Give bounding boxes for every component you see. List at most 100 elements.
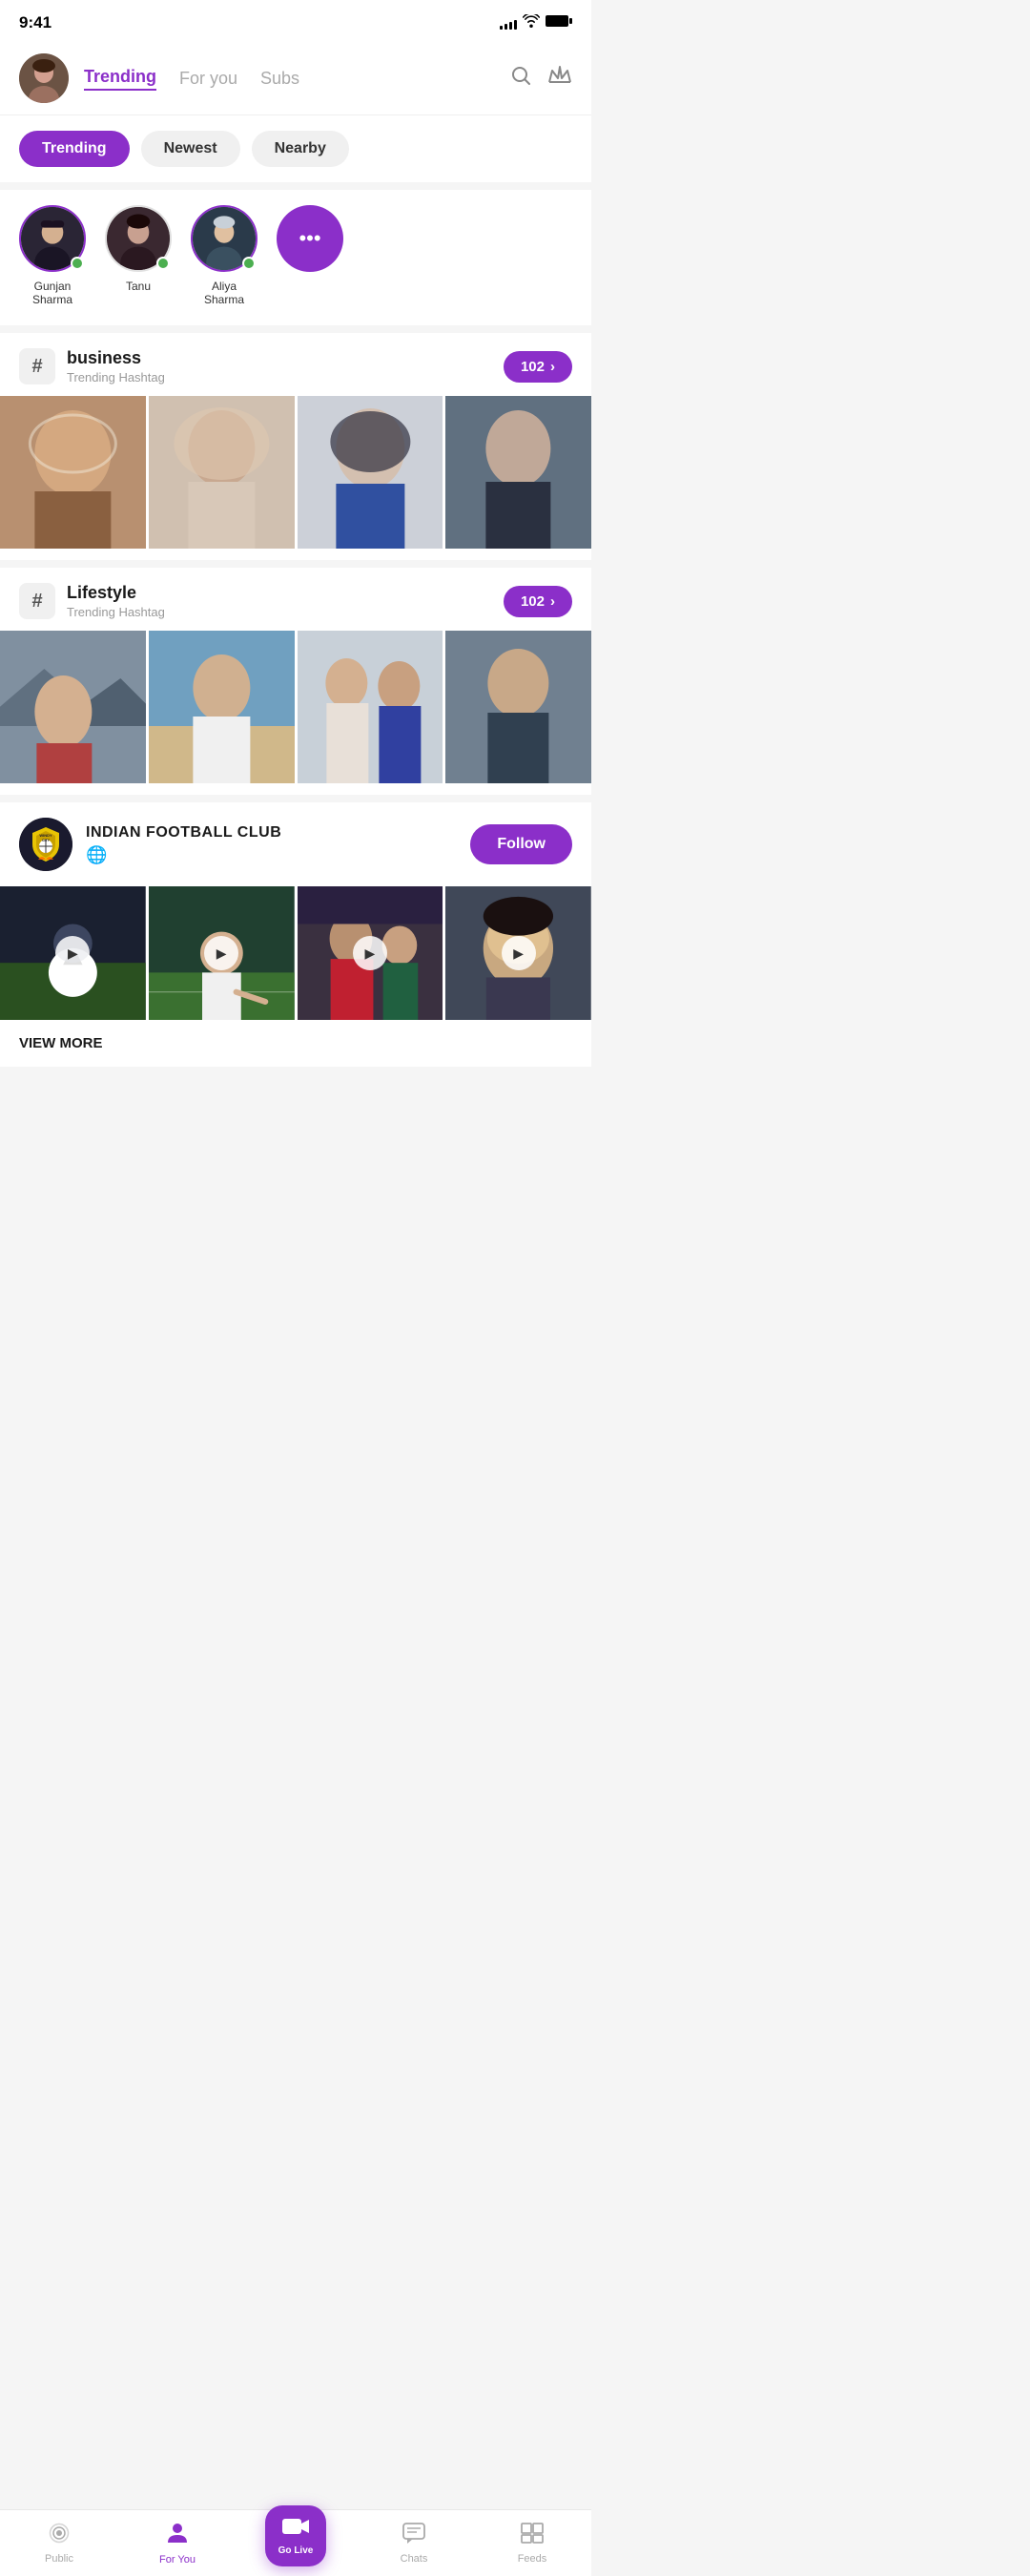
hashtag-info-lifestyle: Lifestyle Trending Hashtag — [67, 583, 165, 619]
status-time: 9:41 — [19, 13, 52, 32]
story-name-aliya: Aliya Sharma — [191, 280, 258, 306]
nav-public[interactable]: Public — [0, 2510, 118, 2576]
hashtag-subtitle: Trending Hashtag — [67, 370, 165, 384]
follow-button[interactable]: Follow — [470, 824, 572, 864]
grid-image-5[interactable] — [149, 631, 295, 783]
grid-image-4[interactable] — [0, 631, 146, 783]
video-thumb-3[interactable]: ▶ — [298, 886, 443, 1020]
play-icon: ▶ — [55, 936, 90, 970]
nav-for-you[interactable]: For You — [118, 2510, 237, 2576]
nav-public-label: Public — [45, 2553, 73, 2565]
story-name-gunjan: Gunjan Sharma — [19, 280, 86, 306]
image-grid-lifestyle — [0, 631, 591, 795]
hashtag-count-btn-lifestyle[interactable]: 102 › — [504, 586, 572, 617]
grid-image[interactable] — [298, 396, 443, 549]
chevron-right-icon-2: › — [550, 593, 555, 610]
crown-icon[interactable] — [547, 65, 572, 92]
hashtag-card-lifestyle: # Lifestyle Trending Hashtag 102 › — [0, 568, 591, 795]
feeds-icon — [521, 2523, 544, 2549]
radio-icon — [47, 2523, 72, 2549]
club-info: INDIAN FOOTBALL CLUB 🌐 — [86, 824, 457, 865]
svg-text:CITY: CITY — [42, 839, 51, 842]
hashtag-left: # business Trending Hashtag — [19, 348, 165, 384]
filter-row: Trending Newest Nearby — [0, 115, 591, 182]
grid-image[interactable] — [0, 396, 146, 549]
hashtag-left-lifestyle: # Lifestyle Trending Hashtag — [19, 583, 165, 619]
wifi-icon — [523, 14, 540, 32]
grid-image[interactable] — [445, 396, 591, 549]
grid-image[interactable] — [149, 396, 295, 549]
hashtag-subtitle-lifestyle: Trending Hashtag — [67, 605, 165, 619]
status-bar: 9:41 — [0, 0, 591, 42]
hashtag-info: business Trending Hashtag — [67, 348, 165, 384]
hashtag-header-lifestyle: # Lifestyle Trending Hashtag 102 › — [0, 568, 591, 631]
tab-subs[interactable]: Subs — [260, 69, 299, 89]
grid-image-6[interactable] — [298, 631, 443, 783]
video-thumb-4[interactable]: ▶ — [445, 886, 591, 1020]
stories-row: Gunjan Sharma Tanu — [0, 190, 591, 325]
spacer — [0, 1074, 591, 1151]
svg-text:WINDY: WINDY — [39, 833, 52, 838]
camera-icon — [282, 2516, 309, 2544]
online-dot-2 — [156, 257, 170, 270]
hashtag-card-business: # business Trending Hashtag 102 › — [0, 333, 591, 560]
play-icon-4: ▶ — [502, 936, 536, 970]
story-avatar-wrap — [19, 205, 86, 272]
story-item[interactable]: Gunjan Sharma — [19, 205, 86, 306]
club-name: INDIAN FOOTBALL CLUB — [86, 824, 457, 841]
tab-trending[interactable]: Trending — [84, 67, 156, 91]
header-actions — [509, 64, 572, 93]
online-dot — [71, 257, 84, 270]
story-more-btn[interactable]: ••• — [277, 205, 343, 272]
view-more-btn[interactable]: VIEW MORE — [0, 1020, 591, 1067]
nav-chats[interactable]: Chats — [355, 2510, 473, 2576]
video-thumb-1[interactable]: ▶ — [0, 886, 146, 1020]
video-thumb-2[interactable]: ▶ — [149, 886, 295, 1020]
club-videos: ▶ ▶ — [0, 886, 591, 1020]
club-header: WINDY CITY INDIAN FOOTBALL CLUB 🌐 Follow — [0, 802, 591, 886]
hashtag-count-lifestyle: 102 — [521, 593, 545, 610]
bottom-nav: Public For You Go Live — [0, 2509, 591, 2576]
header: Trending For you Subs — [0, 42, 591, 115]
story-avatar-wrap-2 — [105, 205, 172, 272]
story-item[interactable]: Tanu — [105, 205, 172, 293]
nav-for-you-label: For You — [159, 2554, 196, 2566]
tab-for-you[interactable]: For you — [179, 69, 237, 89]
search-icon[interactable] — [509, 64, 532, 93]
avatar[interactable] — [19, 53, 69, 103]
signal-icon — [500, 16, 517, 30]
club-card: WINDY CITY INDIAN FOOTBALL CLUB 🌐 Follow… — [0, 802, 591, 1067]
hashtag-title-lifestyle: Lifestyle — [67, 583, 165, 603]
online-dot-3 — [242, 257, 256, 270]
play-icon-3: ▶ — [353, 936, 387, 970]
story-avatar-wrap-3 — [191, 205, 258, 272]
go-live-label: Go Live — [278, 2545, 314, 2556]
hashtag-title: business — [67, 348, 165, 368]
nav-chats-label: Chats — [401, 2553, 428, 2565]
story-more[interactable]: ••• more — [277, 205, 343, 293]
grid-image-7[interactable] — [445, 631, 591, 783]
hash-icon-lifestyle: # — [19, 583, 55, 619]
globe-icon: 🌐 — [86, 845, 457, 865]
filter-trending[interactable]: Trending — [19, 131, 130, 167]
nav-feeds[interactable]: Feeds — [473, 2510, 591, 2576]
avatar-image — [19, 53, 69, 103]
nav-feeds-label: Feeds — [518, 2553, 547, 2565]
image-grid-business — [0, 396, 591, 560]
nav-tabs: Trending For you Subs — [84, 67, 494, 91]
filter-nearby[interactable]: Nearby — [252, 131, 349, 167]
story-item[interactable]: Aliya Sharma — [191, 205, 258, 306]
hashtag-count: 102 — [521, 359, 545, 375]
story-name-tanu: Tanu — [126, 280, 151, 293]
person-icon — [167, 2522, 188, 2550]
battery-icon — [546, 14, 572, 32]
play-icon-2: ▶ — [204, 936, 238, 970]
ellipsis-icon: ••• — [299, 226, 320, 251]
go-live-button[interactable]: Go Live — [265, 2505, 326, 2566]
filter-newest[interactable]: Newest — [141, 131, 240, 167]
chat-icon — [402, 2523, 425, 2549]
nav-go-live[interactable]: Go Live — [237, 2510, 355, 2576]
hashtag-count-btn[interactable]: 102 › — [504, 351, 572, 383]
club-logo: WINDY CITY — [19, 818, 72, 871]
hashtag-header: # business Trending Hashtag 102 › — [0, 333, 591, 396]
